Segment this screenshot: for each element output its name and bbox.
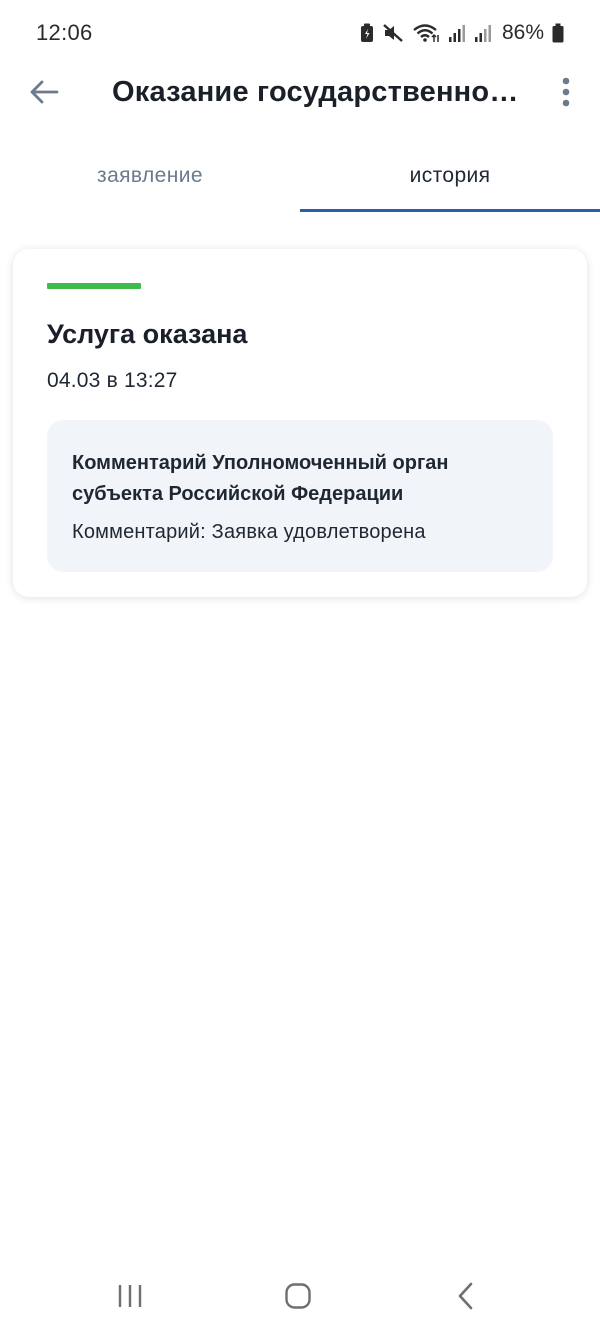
page-title: Оказание государственной услуги: [112, 76, 530, 108]
tabs: заявление история: [0, 140, 600, 212]
more-button[interactable]: [546, 70, 586, 118]
status-time: 12:06: [36, 20, 93, 45]
signal-icon: [448, 23, 466, 43]
tab-history-label: история: [409, 164, 491, 187]
history-date: 04.03 в 13:27: [47, 369, 178, 392]
home-button[interactable]: [268, 1280, 328, 1316]
battery-percent: 86%: [501, 21, 544, 44]
history-card: Услуга оказана 04.03 в 13:27 Комментарий…: [13, 249, 587, 597]
comment-text: Комментарий: Заявка удовлетворена: [72, 521, 426, 543]
home-icon: [284, 1282, 312, 1315]
system-nav-bar: [0, 1262, 600, 1332]
recent-apps-button[interactable]: [100, 1280, 160, 1316]
signal-icon: [474, 23, 492, 43]
recent-apps-icon: [116, 1283, 144, 1314]
battery-saver-icon: [360, 23, 374, 43]
battery-icon: [552, 23, 564, 43]
wifi-icon: [412, 23, 440, 43]
back-icon: [456, 1282, 476, 1315]
arrow-left-icon: [29, 80, 59, 109]
screen: 12:06 86% Оказание государственной у зая…: [0, 0, 600, 1332]
active-tab-indicator: [300, 209, 600, 212]
status-indicator-line: [47, 283, 141, 289]
app-bar: Оказание государственной услуги: [0, 62, 600, 126]
history-status: Услуга оказана: [47, 319, 248, 349]
back-button[interactable]: [20, 70, 68, 118]
status-bar: 12:06 86%: [0, 0, 600, 66]
comment-heading: Комментарий Уполномоченный орган субъект…: [72, 452, 449, 505]
more-vertical-icon: [561, 77, 571, 112]
comment-box: Комментарий Уполномоченный орган субъект…: [47, 420, 553, 572]
status-icons: 86%: [360, 21, 564, 45]
mute-icon: [382, 23, 404, 43]
system-back-button[interactable]: [436, 1280, 496, 1316]
tab-application[interactable]: заявление: [0, 140, 300, 212]
tab-history[interactable]: история: [300, 140, 600, 212]
